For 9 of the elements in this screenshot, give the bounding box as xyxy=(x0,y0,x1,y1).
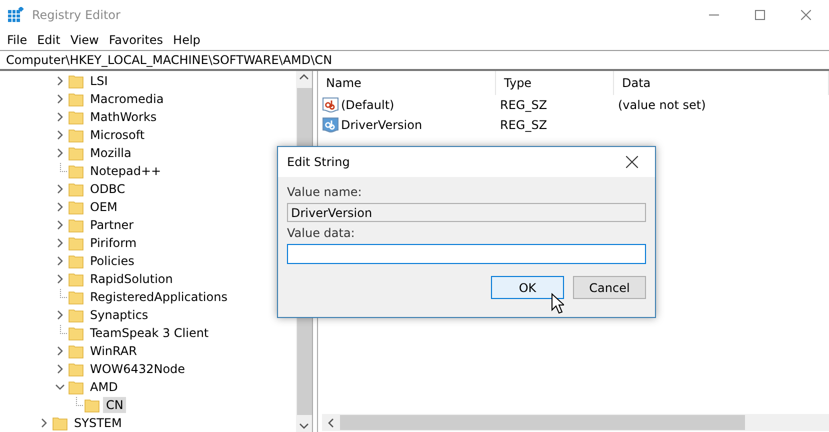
dialog-title: Edit String xyxy=(287,155,350,169)
field-label: Value data: xyxy=(287,226,356,240)
field-label: Value name: xyxy=(287,185,363,199)
value-name-cell: (Default) xyxy=(318,97,496,113)
value-data-cell-text: (value not set) xyxy=(617,98,707,112)
value-type-cell-text: REG_SZ xyxy=(499,118,548,132)
value-type-cell-text: REG_SZ xyxy=(499,98,548,112)
window-title: Registry Editor xyxy=(32,8,120,22)
value-name-cell: DriverVersion xyxy=(318,117,496,133)
